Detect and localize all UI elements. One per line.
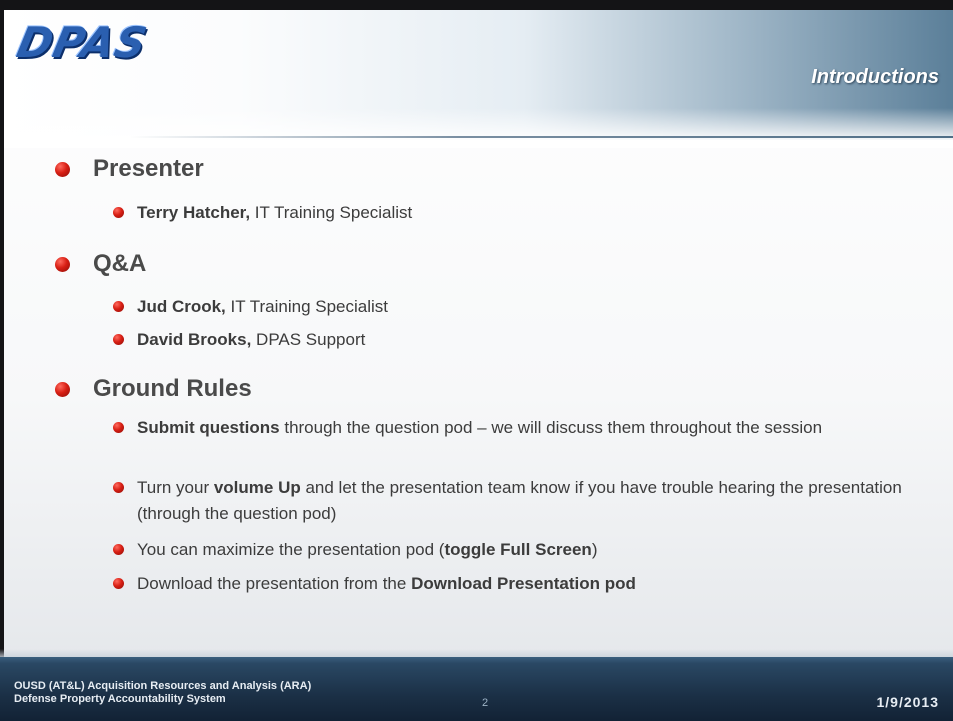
bullet-dot-icon: [55, 162, 70, 177]
bullet-dot-icon: [113, 301, 124, 312]
item-bold: Jud Crook,: [137, 297, 226, 316]
item-bold: volume Up: [213, 478, 301, 497]
bullet-dot-icon: [113, 544, 124, 555]
left-frame: [0, 0, 4, 721]
item-bold: Download Presentation pod: [411, 574, 636, 593]
footer-organization: OUSD (AT&L) Acquisition Resources and An…: [14, 680, 434, 706]
slide: DPAS Introductions Presenter Terry Hatch…: [0, 0, 953, 721]
bullet-dot-icon: [113, 334, 124, 345]
bullet-dot-icon: [113, 482, 124, 493]
item-bold: David Brooks,: [137, 330, 252, 349]
footer-date: 1/9/2013: [876, 694, 939, 710]
bullet-heading: Ground Rules: [93, 375, 252, 402]
section-title: Introductions: [811, 66, 939, 88]
bullet-dot-icon: [113, 207, 124, 218]
item-bold: Submit questions: [137, 418, 280, 437]
page-number: 2: [482, 697, 489, 709]
header-fade: [0, 108, 953, 148]
bullet-heading: Presenter: [93, 155, 204, 182]
footer-org-line1: OUSD (AT&L) Acquisition Resources and An…: [14, 680, 312, 692]
item-text: IT Training Specialist: [225, 297, 389, 316]
bullet-dot-icon: [113, 578, 124, 589]
item-text: IT Training Specialist: [250, 203, 413, 222]
bullet-dot-icon: [113, 422, 124, 433]
bullet-dot-icon: [55, 257, 70, 272]
dpas-logo: DPAS: [12, 18, 152, 67]
bullet-dot-icon: [55, 382, 70, 397]
item-bold: Terry Hatcher,: [137, 203, 251, 222]
top-frame: [0, 0, 953, 10]
footer-org-line2: Defense Property Accountability System: [14, 693, 226, 705]
header-divider: [130, 136, 953, 138]
item-bold: toggle Full Screen: [444, 540, 592, 559]
item-text: DPAS Support: [251, 330, 366, 349]
item-text: ): [591, 540, 598, 559]
item-text: through the question pod – we will discu…: [279, 418, 823, 437]
bullet-heading: Q&A: [93, 250, 147, 277]
